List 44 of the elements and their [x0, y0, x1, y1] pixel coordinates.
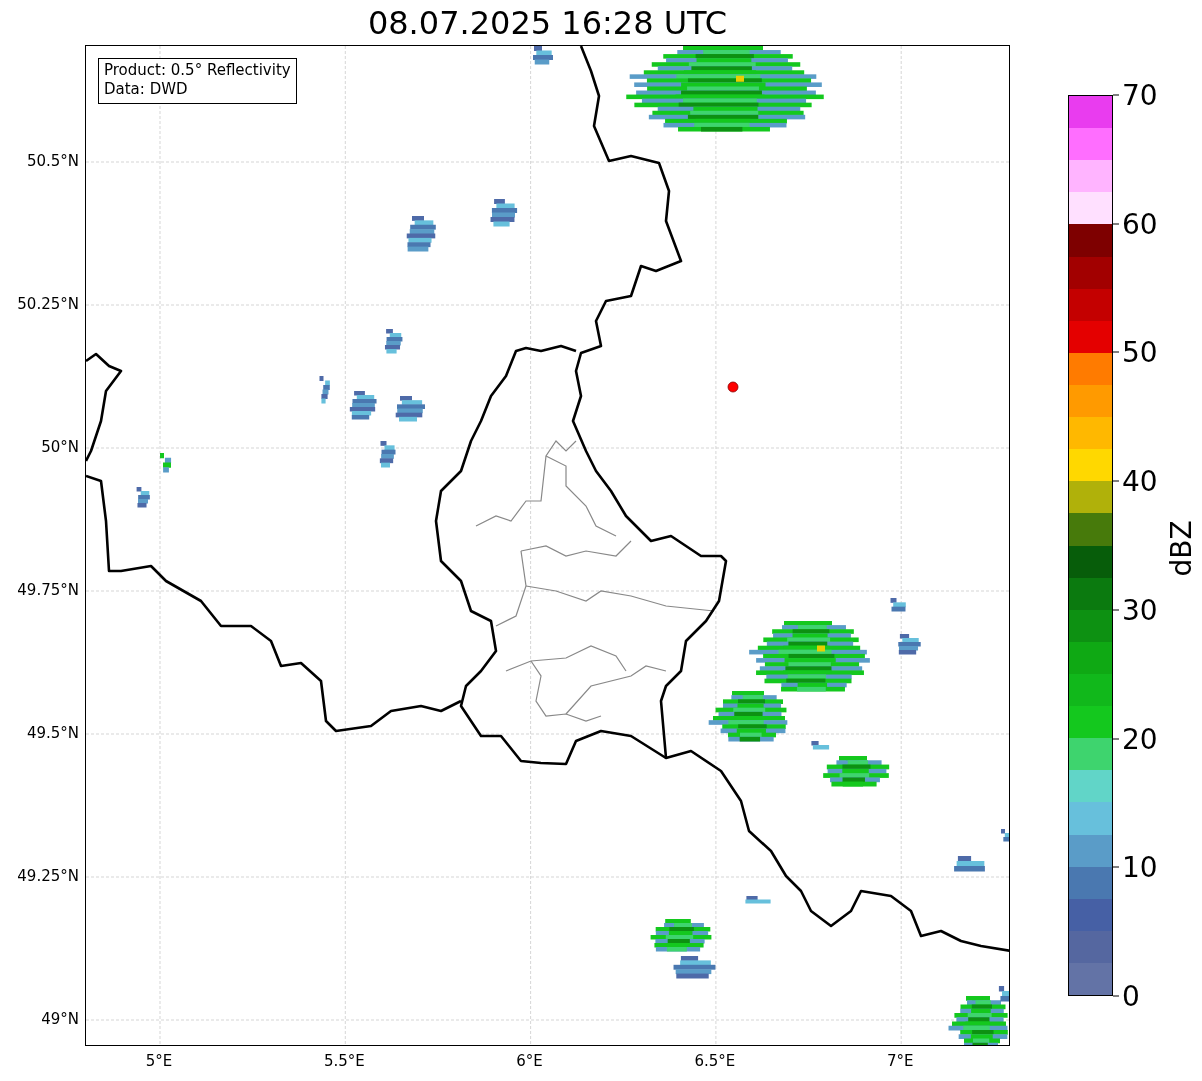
latitude-label: 50.5°N — [26, 152, 79, 170]
precipitation-echo — [349, 391, 377, 420]
colorbar-tick-label: 70 — [1122, 78, 1158, 112]
longitude-label: 6°E — [516, 1052, 543, 1070]
colorbar-tick-label: 20 — [1122, 722, 1158, 756]
longitude-label: 5°E — [145, 1052, 173, 1070]
info-text: Data: DWD — [104, 80, 189, 99]
precipitation-echo — [395, 396, 425, 422]
precipitation-echo — [745, 896, 771, 904]
colorbar-label: dBZ — [1164, 520, 1198, 577]
latitude-label: 49°N — [41, 1010, 79, 1028]
precipitation-echo — [890, 598, 906, 612]
longitude-label: 6.5°E — [694, 1052, 736, 1070]
precipitation-echo — [379, 441, 396, 468]
longitude-label: 5.5°E — [323, 1052, 365, 1070]
precipitation-echo — [673, 956, 716, 979]
latitude-label: 50°N — [41, 438, 79, 456]
colorbar-tick-label: 40 — [1122, 464, 1158, 498]
precipitation-echo — [384, 329, 403, 354]
precipitation-echo — [954, 856, 985, 872]
precipitation-echo — [406, 216, 436, 252]
colorbar-tick-label: 30 — [1122, 593, 1158, 627]
location-marker — [727, 381, 739, 393]
longitude-label: 7°E — [886, 1052, 914, 1070]
colorbar-tick-label: 0 — [1122, 979, 1140, 1013]
latitude-label: 49.25°N — [17, 867, 79, 885]
precipitation-echo — [533, 46, 553, 65]
colorbar-tick-label: 50 — [1122, 335, 1158, 369]
latitude-label: 49.5°N — [26, 724, 79, 742]
colorbar-tick-label: 60 — [1122, 207, 1158, 241]
colorbar-tick-label: 10 — [1122, 850, 1158, 884]
precipitation-echo — [650, 919, 712, 952]
precipitation-echo — [823, 756, 890, 787]
precipitation-echo — [490, 199, 518, 227]
info-text: Product: 0.5° Reflectivity — [104, 61, 291, 80]
precipitation-echo — [160, 453, 172, 473]
chart-title: 08.07.2025 16:28 UTC — [366, 2, 729, 44]
latitude-label: 49.75°N — [17, 581, 79, 599]
precipitation-echo — [136, 487, 150, 508]
precipitation-echo — [1001, 829, 1009, 842]
precipitation-echo — [319, 376, 330, 404]
latitude-label: 50.25°N — [17, 295, 79, 313]
precipitation-echo — [811, 741, 830, 750]
precipitation-echo — [898, 634, 921, 655]
